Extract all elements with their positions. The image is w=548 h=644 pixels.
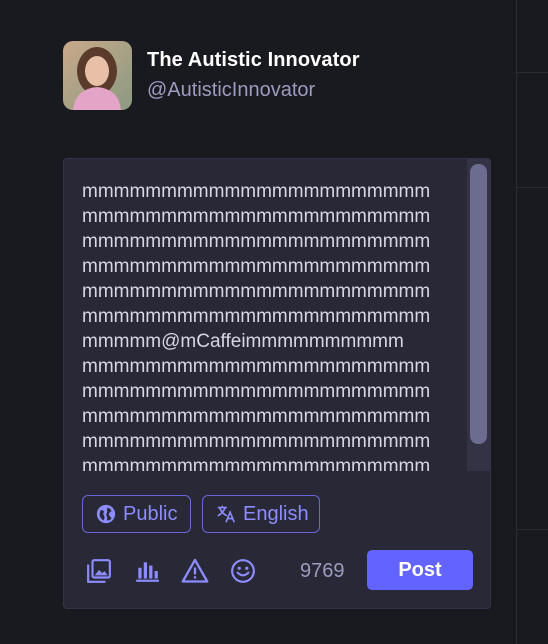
emoji-icon [231, 559, 255, 583]
content-warning-button[interactable] [180, 556, 210, 586]
account-handle: @AutisticInnovator [147, 79, 316, 101]
divider [517, 72, 548, 73]
language-label: English [243, 502, 309, 525]
right-column [516, 0, 548, 644]
translate-icon [217, 505, 236, 523]
compose-page: The Autistic Innovator @AutisticInnovato… [0, 0, 548, 644]
visibility-label: Public [123, 502, 178, 525]
compose-form: mmmmmmmmmmmmmmmmmmmmmm mmmmmmmmmmmmmmmmm… [63, 158, 491, 609]
add-media-button[interactable] [84, 556, 114, 586]
divider [517, 529, 548, 530]
divider [517, 187, 548, 188]
poll-icon [136, 562, 159, 582]
globe-icon [96, 504, 116, 524]
language-button[interactable]: English [202, 495, 320, 533]
compose-text[interactable]: mmmmmmmmmmmmmmmmmmmmmm mmmmmmmmmmmmmmmmm… [82, 179, 472, 471]
media-icon [87, 559, 111, 583]
post-button[interactable]: Post [367, 550, 473, 590]
warning-icon [181, 558, 209, 583]
avatar-image [63, 41, 132, 110]
compose-textarea[interactable]: mmmmmmmmmmmmmmmmmmmmmm mmmmmmmmmmmmmmmmm… [64, 159, 490, 471]
display-name: The Autistic Innovator [147, 49, 360, 71]
scrollbar-thumb[interactable] [470, 164, 487, 444]
avatar[interactable] [63, 41, 132, 110]
emoji-button[interactable] [228, 556, 258, 586]
visibility-button[interactable]: Public [82, 495, 191, 533]
add-poll-button[interactable] [132, 556, 162, 586]
character-counter: 9769 [300, 560, 345, 582]
